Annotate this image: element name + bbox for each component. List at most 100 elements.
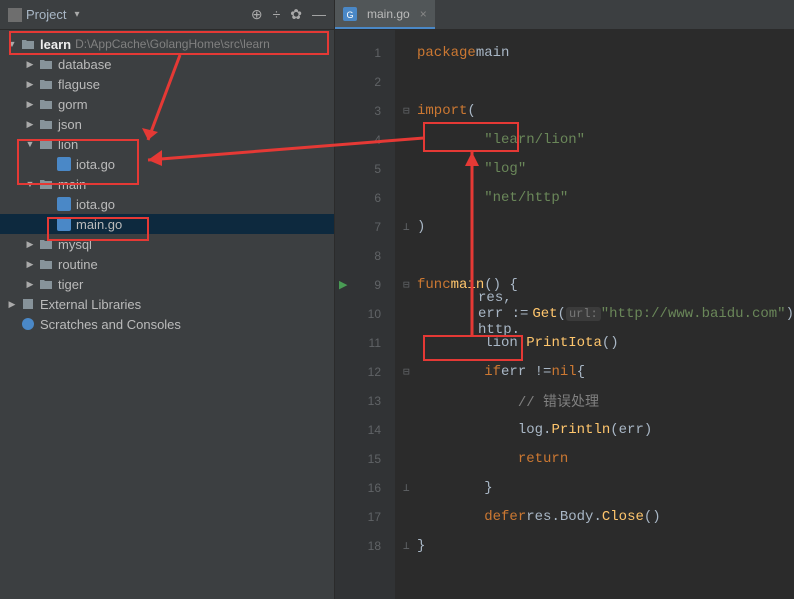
- folder-icon: [38, 276, 54, 292]
- tree-arrow-icon: ▶: [4, 299, 20, 310]
- go-file-icon: [56, 156, 72, 172]
- tree-arrow-icon: ▼: [22, 179, 38, 189]
- tree-label: gorm: [58, 97, 88, 112]
- gutter-line: 10: [335, 299, 395, 328]
- run-marker-icon[interactable]: ▶: [339, 278, 347, 291]
- fold-icon: ⊥: [403, 220, 413, 234]
- project-sidebar: Project ▾ ⊕ ÷ ✿ — ▼learnD:\AppCache\Gola…: [0, 0, 335, 599]
- minimize-icon[interactable]: —: [312, 6, 326, 23]
- tree-folder-tiger[interactable]: ▶ tiger: [0, 274, 334, 294]
- project-tree: ▼learnD:\AppCache\GolangHome\src\learn▶d…: [0, 30, 334, 599]
- tree-file-iota.go[interactable]: iota.go: [0, 194, 334, 214]
- external-libraries[interactable]: ▶ External Libraries: [0, 294, 334, 314]
- go-file-icon: [56, 196, 72, 212]
- folder-icon: [38, 116, 54, 132]
- gutter: 12345678▶9101112131415161718: [335, 30, 395, 599]
- tree-folder-main[interactable]: ▼ main: [0, 174, 334, 194]
- tree-arrow-icon: ▶: [22, 279, 38, 290]
- close-icon[interactable]: ×: [420, 7, 427, 21]
- code-line[interactable]: "net/http": [395, 183, 794, 212]
- tree-folder-mysql[interactable]: ▶ mysql: [0, 234, 334, 254]
- gutter-line: 7: [335, 212, 395, 241]
- tree-label: learn: [40, 37, 71, 52]
- code-line[interactable]: defer res.Body.Close(): [395, 502, 794, 531]
- fold-icon: ⊥: [403, 481, 413, 495]
- tree-folder-flaguse[interactable]: ▶flaguse: [0, 74, 334, 94]
- gear-icon[interactable]: ✿: [290, 6, 302, 23]
- code-line[interactable]: [395, 67, 794, 96]
- gutter-line: 4: [335, 125, 395, 154]
- go-file-icon: G: [343, 7, 357, 21]
- code-line[interactable]: ⊟func main() {: [395, 270, 794, 299]
- folder-icon: [20, 36, 36, 52]
- code-line[interactable]: return: [395, 444, 794, 473]
- code-line[interactable]: log.Println(err): [395, 415, 794, 444]
- gutter-line: 8: [335, 241, 395, 270]
- code-line[interactable]: ⊥ }: [395, 473, 794, 502]
- tree-folder-lion[interactable]: ▼lion: [0, 134, 334, 154]
- tree-arrow-icon: ▶: [22, 259, 38, 270]
- tree-label: External Libraries: [40, 297, 141, 312]
- scratches-consoles[interactable]: Scratches and Consoles: [0, 314, 334, 334]
- tree-folder-database[interactable]: ▶database: [0, 54, 334, 74]
- tab-bar: G main.go ×: [335, 0, 794, 30]
- code-line[interactable]: ⊟import (: [395, 96, 794, 125]
- tree-arrow-icon: ▶: [22, 79, 38, 90]
- folder-icon: [38, 176, 54, 192]
- tree-arrow-icon: ▶: [22, 239, 38, 250]
- tree-label: json: [58, 117, 82, 132]
- code-line[interactable]: res, err := http.Get( url: "http://www.b…: [395, 299, 794, 328]
- code-content[interactable]: package main ⊟import ( "learn/lion" "log"…: [395, 30, 794, 599]
- tree-label: mysql: [58, 237, 92, 252]
- code-area[interactable]: 12345678▶9101112131415161718 package mai…: [335, 30, 794, 599]
- code-line[interactable]: [395, 241, 794, 270]
- folder-icon: [38, 96, 54, 112]
- tree-label: iota.go: [76, 197, 115, 212]
- code-line[interactable]: ⊥): [395, 212, 794, 241]
- gutter-line: 14: [335, 415, 395, 444]
- tree-arrow-icon: ▼: [22, 139, 38, 149]
- tree-label: main: [58, 177, 86, 192]
- tree-label: tiger: [58, 277, 83, 292]
- folder-icon: [38, 256, 54, 272]
- folder-icon: [38, 236, 54, 252]
- sidebar-header: Project ▾ ⊕ ÷ ✿ —: [0, 0, 334, 30]
- locate-icon[interactable]: ⊕: [251, 6, 263, 23]
- code-line[interactable]: package main: [395, 38, 794, 67]
- tree-file-main.go[interactable]: main.go: [0, 214, 334, 234]
- code-line[interactable]: // 错误处理: [395, 386, 794, 415]
- tab-label: main.go: [367, 7, 410, 21]
- tree-label: database: [58, 57, 112, 72]
- folder-icon: [20, 296, 36, 312]
- collapse-icon[interactable]: ÷: [273, 6, 281, 23]
- tree-arrow-icon: ▶: [22, 99, 38, 110]
- code-line[interactable]: lion.PrintIota(): [395, 328, 794, 357]
- gutter-line: 2: [335, 67, 395, 96]
- code-line[interactable]: ⊟ if err != nil {: [395, 357, 794, 386]
- go-file-icon: [56, 216, 72, 232]
- fold-icon: ⊟: [403, 278, 413, 292]
- gutter-line: 6: [335, 183, 395, 212]
- gutter-line: ▶9: [335, 270, 395, 299]
- tree-folder-gorm[interactable]: ▶ gorm: [0, 94, 334, 114]
- gutter-line: 13: [335, 386, 395, 415]
- tab-main-go[interactable]: G main.go ×: [335, 0, 435, 29]
- svg-text:G: G: [346, 10, 353, 20]
- project-dropdown[interactable]: Project ▾: [8, 7, 80, 22]
- fold-icon: ⊥: [403, 539, 413, 553]
- tree-file-iota.go[interactable]: iota.go: [0, 154, 334, 174]
- code-line[interactable]: "learn/lion": [395, 125, 794, 154]
- tree-root[interactable]: ▼learnD:\AppCache\GolangHome\src\learn: [0, 34, 334, 54]
- folder-icon: [38, 136, 54, 152]
- tree-label: iota.go: [76, 157, 115, 172]
- tree-arrow-icon: ▶: [22, 119, 38, 130]
- code-line[interactable]: ⊥}: [395, 531, 794, 560]
- tree-label: main.go: [76, 217, 122, 232]
- editor: G main.go × 12345678▶9101112131415161718…: [335, 0, 794, 599]
- project-title: Project: [26, 7, 66, 22]
- tree-folder-routine[interactable]: ▶routine: [0, 254, 334, 274]
- code-line[interactable]: "log": [395, 154, 794, 183]
- gutter-line: 15: [335, 444, 395, 473]
- tree-folder-json[interactable]: ▶ json: [0, 114, 334, 134]
- gutter-line: 11: [335, 328, 395, 357]
